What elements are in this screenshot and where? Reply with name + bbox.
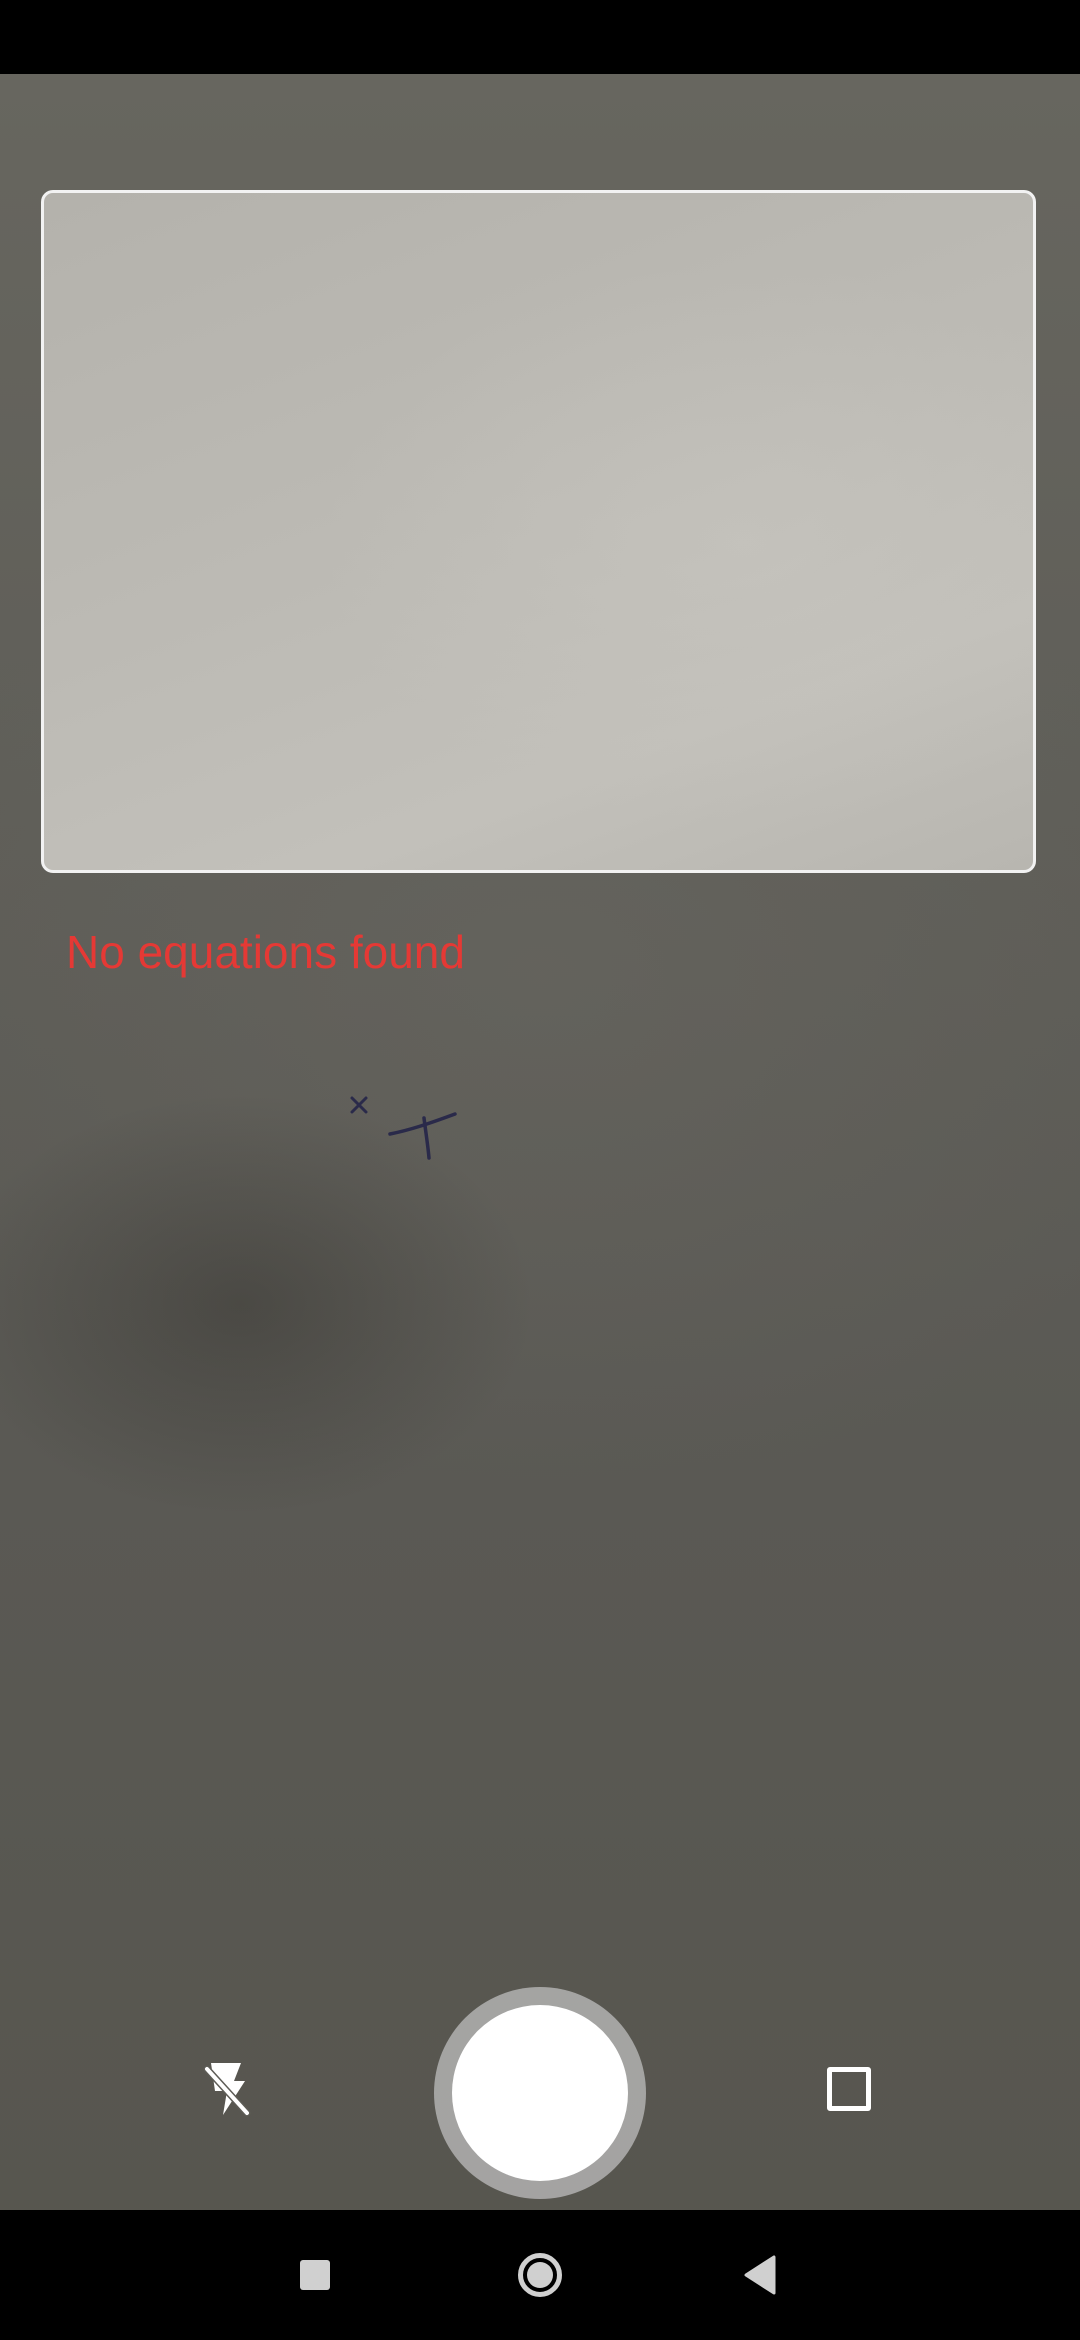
shutter-inner-circle	[452, 2005, 628, 2181]
camera-controls	[0, 1974, 1080, 2204]
back-button[interactable]	[720, 2235, 800, 2315]
no-equations-message: No equations found	[66, 926, 465, 978]
home-icon	[518, 2253, 562, 2297]
back-icon	[744, 2255, 776, 2295]
system-navigation-bar	[0, 2210, 1080, 2340]
flash-off-icon	[203, 2063, 251, 2117]
crop-mode-button[interactable]	[815, 2055, 883, 2123]
status-bar	[0, 0, 1080, 74]
scan-frame[interactable]	[41, 190, 1036, 873]
recent-apps-icon	[300, 2260, 330, 2290]
crop-square-icon	[827, 2067, 871, 2111]
flash-toggle-button[interactable]	[193, 2055, 261, 2123]
handwritten-scribble	[350, 1096, 457, 1160]
home-dot	[527, 2262, 553, 2288]
home-button[interactable]	[500, 2235, 580, 2315]
camera-preview[interactable]: No equations found	[0, 74, 1080, 2210]
recent-apps-button[interactable]	[275, 2235, 355, 2315]
screen: No equations found	[0, 0, 1080, 2340]
shutter-button[interactable]	[434, 1987, 646, 2199]
